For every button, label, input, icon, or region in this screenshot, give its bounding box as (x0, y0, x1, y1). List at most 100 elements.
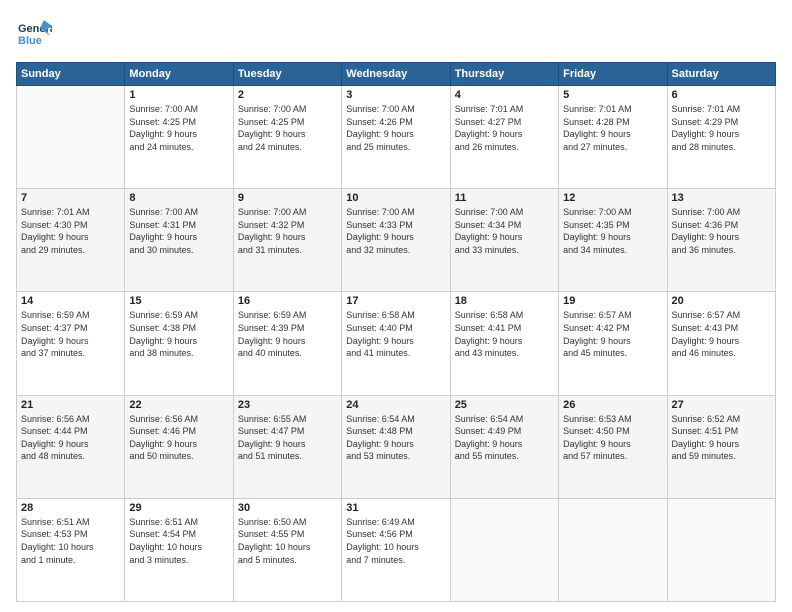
day-number: 2 (238, 89, 337, 101)
calendar-cell: 20Sunrise: 6:57 AMSunset: 4:43 PMDayligh… (667, 292, 775, 395)
day-number: 10 (346, 192, 445, 204)
calendar-cell: 12 Sunrise: 7:00 AMSunset: 4:35 PMDayligh… (559, 189, 667, 292)
calendar-cell: 5 Sunrise: 7:01 AMSunset: 4:28 PMDaylight… (559, 86, 667, 189)
day-info: Sunrise: 7:00 AMSunset: 4:31 PMDaylight:… (129, 206, 228, 256)
day-number: 17 (346, 295, 445, 307)
day-info: Sunrise: 7:00 AMSunset: 4:25 PMDaylight:… (238, 103, 337, 153)
day-number: 24 (346, 399, 445, 411)
calendar-cell: 21Sunrise: 6:56 AMSunset: 4:44 PMDayligh… (17, 395, 125, 498)
day-number: 22 (129, 399, 228, 411)
weekday-header-saturday: Saturday (667, 63, 775, 86)
calendar-cell: 22 Sunrise: 6:56 AMSunset: 4:46 PMDayligh… (125, 395, 233, 498)
calendar-week-row: 21Sunrise: 6:56 AMSunset: 4:44 PMDayligh… (17, 395, 776, 498)
day-info: Sunrise: 6:51 AMSunset: 4:54 PMDaylight:… (129, 516, 228, 566)
calendar-cell: 19 Sunrise: 6:57 AMSunset: 4:42 PMDayligh… (559, 292, 667, 395)
day-info: Sunrise: 6:55 AMSunset: 4:47 PMDaylight:… (238, 413, 337, 463)
day-number: 27 (672, 399, 771, 411)
day-number: 1 (129, 89, 228, 101)
calendar-cell: 9 Sunrise: 7:00 AMSunset: 4:32 PMDaylight… (233, 189, 341, 292)
day-info: Sunrise: 7:00 AMSunset: 4:25 PMDaylight:… (129, 103, 228, 153)
day-info: Sunrise: 7:00 AMSunset: 4:32 PMDaylight:… (238, 206, 337, 256)
day-number: 18 (455, 295, 554, 307)
day-info: Sunrise: 7:01 AMSunset: 4:30 PMDaylight:… (21, 206, 120, 256)
day-info: Sunrise: 6:59 AMSunset: 4:39 PMDaylight:… (238, 309, 337, 359)
calendar-week-row: 7 Sunrise: 7:01 AMSunset: 4:30 PMDaylight… (17, 189, 776, 292)
day-number: 7 (21, 192, 120, 204)
weekday-header-tuesday: Tuesday (233, 63, 341, 86)
weekday-header-friday: Friday (559, 63, 667, 86)
day-info: Sunrise: 7:00 AMSunset: 4:36 PMDaylight:… (672, 206, 771, 256)
day-number: 25 (455, 399, 554, 411)
day-number: 12 (563, 192, 662, 204)
day-info: Sunrise: 7:01 AMSunset: 4:28 PMDaylight:… (563, 103, 662, 153)
calendar-cell: 11Sunrise: 7:00 AMSunset: 4:34 PMDayligh… (450, 189, 558, 292)
calendar-cell (450, 498, 558, 601)
day-info: Sunrise: 6:56 AMSunset: 4:46 PMDaylight:… (129, 413, 228, 463)
day-number: 29 (129, 502, 228, 514)
calendar-cell: 6 Sunrise: 7:01 AMSunset: 4:29 PMDaylight… (667, 86, 775, 189)
day-number: 26 (563, 399, 662, 411)
calendar-cell: 28 Sunrise: 6:51 AMSunset: 4:53 PMDayligh… (17, 498, 125, 601)
day-info: Sunrise: 7:00 AMSunset: 4:35 PMDaylight:… (563, 206, 662, 256)
day-info: Sunrise: 7:00 AMSunset: 4:26 PMDaylight:… (346, 103, 445, 153)
day-number: 19 (563, 295, 662, 307)
day-info: Sunrise: 6:59 AMSunset: 4:38 PMDaylight:… (129, 309, 228, 359)
day-info: Sunrise: 6:58 AMSunset: 4:41 PMDaylight:… (455, 309, 554, 359)
calendar-cell: 3 Sunrise: 7:00 AMSunset: 4:26 PMDaylight… (342, 86, 450, 189)
calendar-cell: 16Sunrise: 6:59 AMSunset: 4:39 PMDayligh… (233, 292, 341, 395)
weekday-header-monday: Monday (125, 63, 233, 86)
calendar-cell: 31 Sunrise: 6:49 AMSunset: 4:56 PMDayligh… (342, 498, 450, 601)
day-number: 31 (346, 502, 445, 514)
day-info: Sunrise: 7:01 AMSunset: 4:27 PMDaylight:… (455, 103, 554, 153)
calendar-cell: 29 Sunrise: 6:51 AMSunset: 4:54 PMDayligh… (125, 498, 233, 601)
day-info: Sunrise: 6:51 AMSunset: 4:53 PMDaylight:… (21, 516, 120, 566)
day-info: Sunrise: 6:57 AMSunset: 4:43 PMDaylight:… (672, 309, 771, 359)
day-number: 11 (455, 192, 554, 204)
day-number: 9 (238, 192, 337, 204)
calendar-cell: 8 Sunrise: 7:00 AMSunset: 4:31 PMDaylight… (125, 189, 233, 292)
weekday-header-row: SundayMondayTuesdayWednesdayThursdayFrid… (17, 63, 776, 86)
weekday-header-thursday: Thursday (450, 63, 558, 86)
day-number: 30 (238, 502, 337, 514)
day-number: 21 (21, 399, 120, 411)
calendar-cell: 26 Sunrise: 6:53 AMSunset: 4:50 PMDayligh… (559, 395, 667, 498)
calendar-cell: 17 Sunrise: 6:58 AMSunset: 4:40 PMDayligh… (342, 292, 450, 395)
calendar-week-row: 14 Sunrise: 6:59 AMSunset: 4:37 PMDayligh… (17, 292, 776, 395)
day-info: Sunrise: 6:49 AMSunset: 4:56 PMDaylight:… (346, 516, 445, 566)
calendar-week-row: 1 Sunrise: 7:00 AMSunset: 4:25 PMDaylight… (17, 86, 776, 189)
calendar-cell: 13 Sunrise: 7:00 AMSunset: 4:36 PMDayligh… (667, 189, 775, 292)
calendar-table: SundayMondayTuesdayWednesdayThursdayFrid… (16, 62, 776, 602)
day-number: 5 (563, 89, 662, 101)
day-info: Sunrise: 7:01 AMSunset: 4:29 PMDaylight:… (672, 103, 771, 153)
calendar-cell: 1 Sunrise: 7:00 AMSunset: 4:25 PMDaylight… (125, 86, 233, 189)
day-number: 3 (346, 89, 445, 101)
day-info: Sunrise: 6:50 AMSunset: 4:55 PMDaylight:… (238, 516, 337, 566)
calendar-cell: 24Sunrise: 6:54 AMSunset: 4:48 PMDayligh… (342, 395, 450, 498)
day-number: 4 (455, 89, 554, 101)
calendar-page: General Blue SundayMondayTuesdayWednesda… (0, 0, 792, 612)
weekday-header-wednesday: Wednesday (342, 63, 450, 86)
calendar-cell: 27 Sunrise: 6:52 AMSunset: 4:51 PMDayligh… (667, 395, 775, 498)
calendar-week-row: 28 Sunrise: 6:51 AMSunset: 4:53 PMDayligh… (17, 498, 776, 601)
day-info: Sunrise: 6:54 AMSunset: 4:49 PMDaylight:… (455, 413, 554, 463)
day-number: 28 (21, 502, 120, 514)
calendar-cell (667, 498, 775, 601)
day-info: Sunrise: 6:53 AMSunset: 4:50 PMDaylight:… (563, 413, 662, 463)
day-number: 13 (672, 192, 771, 204)
calendar-cell: 14 Sunrise: 6:59 AMSunset: 4:37 PMDayligh… (17, 292, 125, 395)
day-number: 6 (672, 89, 771, 101)
day-info: Sunrise: 6:59 AMSunset: 4:37 PMDaylight:… (21, 309, 120, 359)
calendar-cell (559, 498, 667, 601)
calendar-cell: 4 Sunrise: 7:01 AMSunset: 4:27 PMDaylight… (450, 86, 558, 189)
logo-icon: General Blue (16, 16, 52, 52)
logo: General Blue (16, 16, 52, 52)
day-info: Sunrise: 6:57 AMSunset: 4:42 PMDaylight:… (563, 309, 662, 359)
calendar-cell: 30 Sunrise: 6:50 AMSunset: 4:55 PMDayligh… (233, 498, 341, 601)
calendar-cell: 7 Sunrise: 7:01 AMSunset: 4:30 PMDaylight… (17, 189, 125, 292)
day-info: Sunrise: 6:52 AMSunset: 4:51 PMDaylight:… (672, 413, 771, 463)
day-info: Sunrise: 6:58 AMSunset: 4:40 PMDaylight:… (346, 309, 445, 359)
day-number: 8 (129, 192, 228, 204)
calendar-cell: 15Sunrise: 6:59 AMSunset: 4:38 PMDayligh… (125, 292, 233, 395)
calendar-cell: 10Sunrise: 7:00 AMSunset: 4:33 PMDayligh… (342, 189, 450, 292)
day-number: 14 (21, 295, 120, 307)
